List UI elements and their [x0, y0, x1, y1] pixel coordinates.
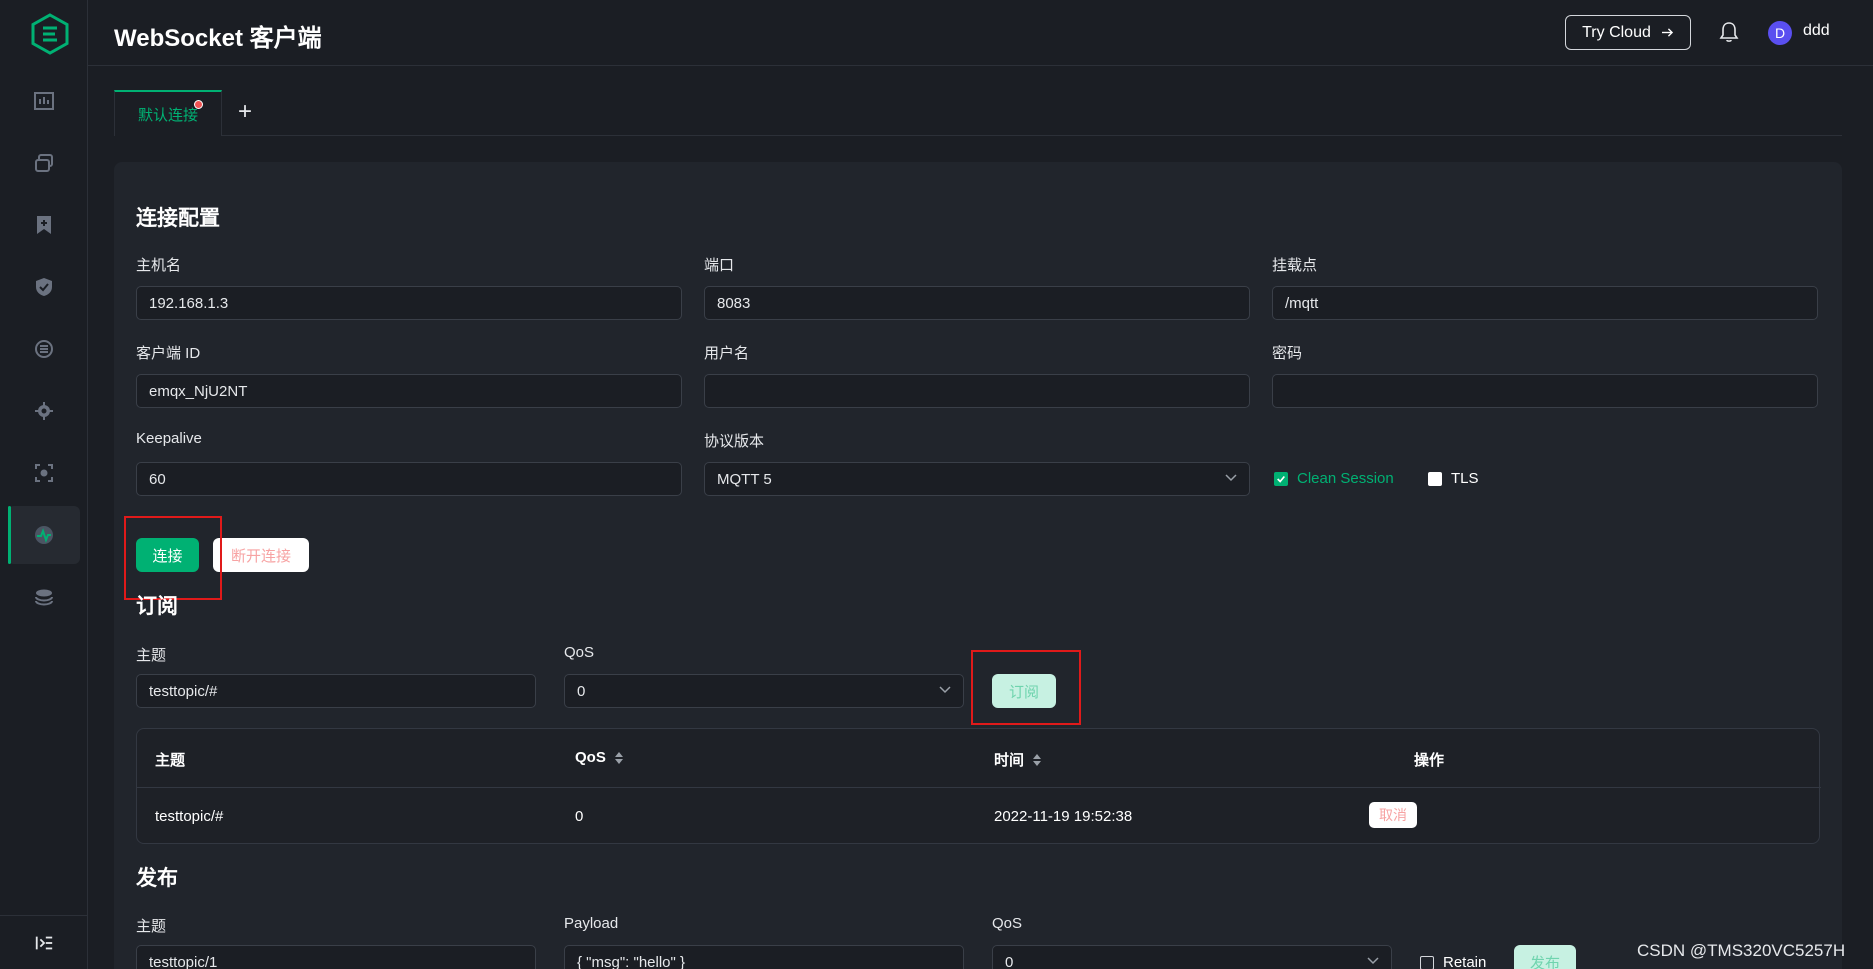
host-label: 主机名	[136, 257, 182, 274]
nav-clients-icon[interactable]	[8, 134, 80, 192]
path-input[interactable]: /mqtt	[1272, 286, 1818, 320]
payload-input[interactable]: { "msg": "hello" }	[564, 945, 964, 969]
keepalive-input[interactable]: 60	[136, 462, 682, 496]
emqx-logo-icon[interactable]	[28, 12, 72, 56]
subscribe-topic-label: 主题	[136, 647, 167, 664]
main-panel: 连接配置 主机名 192.168.1.3 端口 8083 挂载点 /mqtt 客…	[114, 162, 1842, 969]
user-avatar[interactable]: D	[1768, 21, 1792, 45]
connection-status-dot	[194, 100, 203, 109]
sort-icon	[614, 751, 623, 764]
tab-label: 默认连接	[137, 106, 198, 124]
disconnect-button[interactable]: 断开连接	[213, 538, 309, 572]
connection-config-title: 连接配置	[136, 207, 220, 230]
username[interactable]: ddd	[1803, 22, 1830, 40]
subscriptions-table: 主题 QoS 时间 操作 testtopic/# 0 2022-11-19 19…	[136, 728, 1821, 844]
protocol-value: MQTT 5	[717, 470, 772, 488]
top-header: WebSocket 客户端 Try Cloud D ddd	[88, 0, 1873, 66]
subscribe-qos-select[interactable]: 0	[564, 674, 964, 708]
path-label: 挂载点	[1272, 257, 1318, 274]
clean-session-checkbox[interactable]: Clean Session	[1274, 470, 1394, 487]
subscribe-topic-input[interactable]: testtopic/#	[136, 674, 536, 708]
publish-qos-select[interactable]: 0	[992, 945, 1392, 969]
keepalive-label: Keepalive	[136, 430, 202, 447]
chevron-down-icon	[939, 686, 951, 694]
nav-websocket-client-icon[interactable]	[8, 506, 80, 564]
client-id-input[interactable]: emqx_NjU2NT	[136, 374, 682, 408]
nav-data-integration-icon[interactable]	[8, 320, 80, 378]
chevron-down-icon	[1367, 957, 1379, 965]
nav-dashboard-icon[interactable]	[8, 72, 80, 130]
host-input[interactable]: 192.168.1.3	[136, 286, 682, 320]
publish-qos-value: 0	[1005, 953, 1014, 969]
checkbox-unchecked-icon	[1428, 471, 1442, 486]
username-label: 用户名	[704, 345, 750, 362]
client-id-label: 客户端 ID	[136, 345, 201, 362]
add-tab-button[interactable]: +	[238, 100, 252, 124]
port-input[interactable]: 8083	[704, 286, 1250, 320]
tab-default-connection[interactable]: 默认连接	[114, 90, 222, 136]
publish-qos-label: QoS	[992, 915, 1023, 932]
protocol-label: 协议版本	[704, 433, 765, 450]
port-label: 端口	[704, 257, 735, 274]
publish-button[interactable]: 发布	[1514, 945, 1576, 969]
table-divider	[137, 787, 1821, 788]
collapse-sidebar-icon[interactable]	[0, 915, 88, 969]
retain-label: Retain	[1443, 954, 1487, 969]
payload-label: Payload	[564, 915, 619, 932]
page-title: WebSocket 客户端	[114, 25, 322, 52]
subscribe-qos-label: QoS	[564, 644, 595, 661]
notification-bell-icon[interactable]	[1718, 20, 1740, 44]
nav-bookmark-icon[interactable]	[8, 196, 80, 254]
table-header-qos[interactable]: QoS	[575, 749, 624, 766]
tls-label: TLS	[1451, 470, 1479, 487]
table-header-action: 操作	[1414, 752, 1445, 769]
annotation-highlight-box	[971, 650, 1081, 725]
table-cell-qos: 0	[575, 808, 584, 825]
nav-diagnose-icon[interactable]	[8, 444, 80, 502]
password-input[interactable]	[1272, 374, 1818, 408]
annotation-highlight-box	[124, 516, 222, 600]
unsubscribe-button[interactable]: 取消	[1369, 802, 1417, 828]
password-label: 密码	[1272, 345, 1303, 362]
table-cell-time: 2022-11-19 19:52:38	[994, 808, 1133, 825]
checkbox-unchecked-icon	[1420, 955, 1434, 969]
subscribe-qos-value: 0	[577, 682, 586, 700]
publish-topic-input[interactable]: testtopic/1	[136, 945, 536, 969]
checkbox-checked-icon	[1274, 471, 1288, 486]
clean-session-label: Clean Session	[1297, 470, 1394, 487]
sidebar	[0, 0, 88, 969]
nav-settings-gear-icon[interactable]	[8, 382, 80, 440]
try-cloud-label: Try Cloud	[1582, 23, 1651, 41]
connection-tabs: 默认连接 +	[114, 90, 1842, 136]
nav-security-shield-icon[interactable]	[8, 258, 80, 316]
table-header-time[interactable]: 时间	[994, 749, 1042, 770]
username-input[interactable]	[704, 374, 1250, 408]
sort-icon	[1033, 753, 1042, 766]
subscribe-title: 订阅	[136, 595, 178, 618]
chevron-down-icon	[1225, 474, 1237, 482]
tls-checkbox[interactable]: TLS	[1428, 470, 1479, 487]
publish-title: 发布	[136, 867, 178, 890]
arrow-right-icon	[1661, 28, 1673, 37]
protocol-select[interactable]: MQTT 5	[704, 462, 1250, 496]
csdn-watermark: CSDN @TMS320VC5257H	[1637, 941, 1846, 960]
retain-checkbox[interactable]: Retain	[1420, 954, 1486, 969]
try-cloud-button[interactable]: Try Cloud	[1565, 15, 1691, 50]
table-header-topic: 主题	[155, 752, 186, 769]
publish-topic-label: 主题	[136, 918, 167, 935]
table-cell-topic: testtopic/#	[155, 808, 224, 825]
nav-plugins-icon[interactable]	[8, 568, 80, 626]
